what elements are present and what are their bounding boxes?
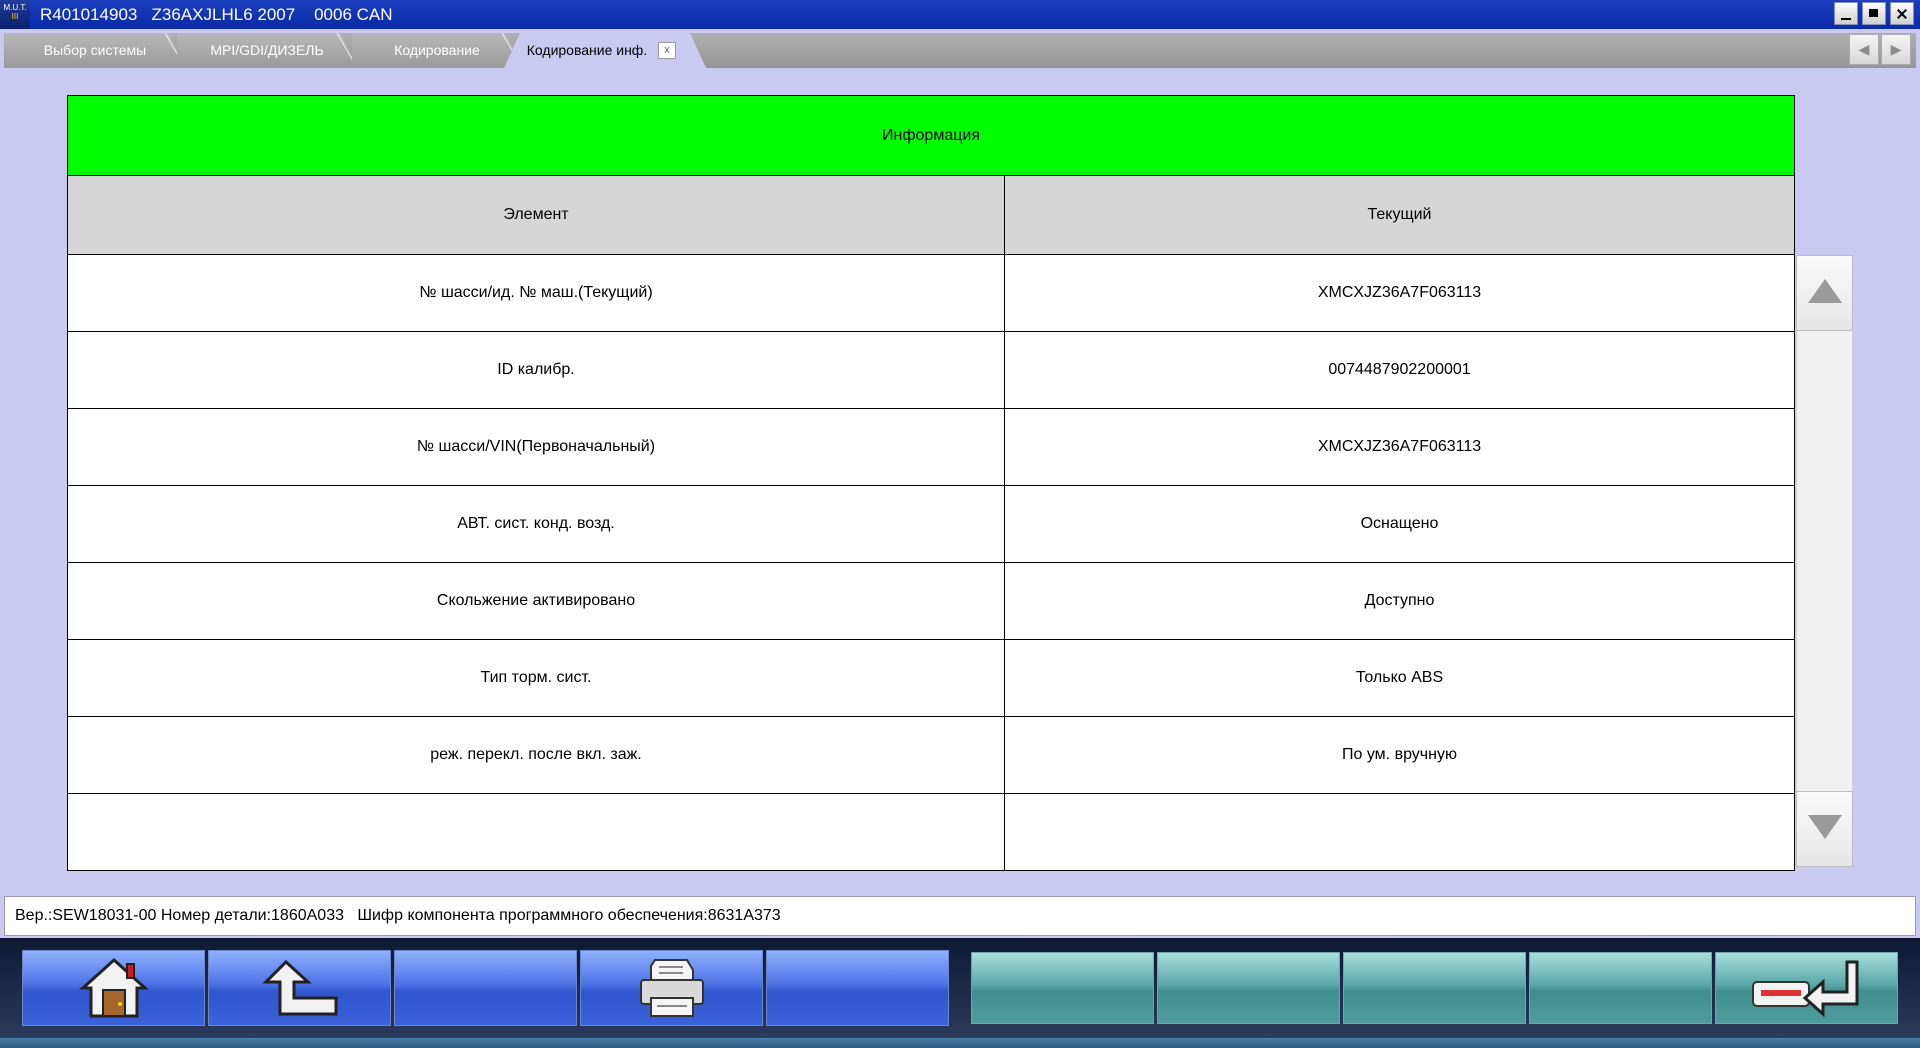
row-element-cell: № шасси/VIN(Первоначальный) (68, 409, 1005, 485)
row-value-cell: Только ABS (1355, 669, 1444, 686)
table-row[interactable]: реж. перекл. после вкл. заж. По ум. вруч… (68, 717, 1794, 794)
row-value-cell: По ум. вручную (1342, 746, 1457, 763)
version-status-line: Вер.:SEW18031-00 Номер детали:1860A033 Ш… (4, 896, 1916, 936)
table-title: Информация (68, 96, 1794, 176)
scroll-down-button[interactable] (1796, 791, 1853, 867)
tab-system-select[interactable]: Выбор системы (5, 33, 185, 68)
table-row[interactable]: Скольжение активировано Доступно (68, 563, 1794, 640)
window-title: R401014903 Z36AXJLHL6 2007 0006 CAN (40, 5, 393, 24)
app-logo-icon: M.U.T. III (0, 0, 30, 29)
info-table: Информация Элемент Текущий № шасси/ид. №… (67, 95, 1795, 871)
table-row[interactable]: АВТ. сист. конд. возд. Оснащено (68, 486, 1794, 563)
empty-function-button-9[interactable] (1529, 952, 1712, 1024)
enter-button[interactable] (1715, 952, 1898, 1024)
tab-label: MPI/GDI/ДИЗЕЛЬ (210, 42, 324, 58)
table-row[interactable] (68, 794, 1794, 870)
close-window-button[interactable] (1890, 2, 1914, 25)
table-header: Элемент Текущий (68, 176, 1794, 255)
empty-function-button-5[interactable] (766, 950, 949, 1026)
column-header-current: Текущий (1367, 206, 1432, 223)
os-taskbar (0, 1038, 1920, 1048)
home-button[interactable] (22, 950, 205, 1026)
tab-coding[interactable]: Кодирование (352, 33, 522, 68)
back-button[interactable] (208, 950, 391, 1026)
row-element-cell: Скольжение активировано (68, 563, 1005, 639)
arrow-down-icon (1808, 815, 1842, 839)
row-element-cell (68, 794, 1005, 870)
empty-function-button-3[interactable] (394, 950, 577, 1026)
window-controls (1834, 2, 1914, 25)
row-value-cell: XMCXJZ36A7F063113 (1317, 284, 1482, 301)
empty-function-button-8[interactable] (1343, 952, 1526, 1024)
app-logo-subtext: III (11, 12, 19, 21)
minimize-button[interactable] (1834, 2, 1858, 25)
empty-function-button-7[interactable] (1157, 952, 1340, 1024)
row-value-cell: 0074487902200001 (1328, 361, 1471, 378)
tab-next-button[interactable]: ▶ (1881, 34, 1911, 65)
enter-icon (1751, 960, 1858, 1018)
row-element-cell: ID калибр. (68, 332, 1005, 408)
tab-coding-info[interactable]: Кодирование инф. x (504, 33, 706, 68)
table-row[interactable]: ID калибр. 0074487902200001 (68, 332, 1794, 409)
row-element-cell: Тип торм. сист. (68, 640, 1005, 716)
row-element-cell: реж. перекл. после вкл. заж. (68, 717, 1005, 793)
table-row[interactable]: № шасси/VIN(Первоначальный) XMCXJZ36A7F0… (68, 409, 1794, 486)
row-value-cell: Оснащено (1360, 515, 1439, 532)
tab-label: Выбор системы (43, 42, 147, 58)
title-bar: M.U.T. III R401014903 Z36AXJLHL6 2007 00… (0, 0, 1920, 29)
column-header-element: Элемент (68, 176, 1005, 254)
row-element-cell: № шасси/ид. № маш.(Текущий) (68, 255, 1005, 331)
tab-prev-button[interactable]: ◀ (1849, 34, 1879, 65)
tab-mpi-gdi-diesel[interactable]: MPI/GDI/ДИЗЕЛЬ (177, 33, 357, 68)
function-button-bar (0, 938, 1920, 1038)
row-value-cell: XMCXJZ36A7F063113 (1317, 438, 1482, 455)
row-value-cell: Доступно (1364, 592, 1435, 609)
table-row[interactable]: Тип торм. сист. Только ABS (68, 640, 1794, 717)
table-row[interactable]: № шасси/ид. № маш.(Текущий) XMCXJZ36A7F0… (68, 255, 1794, 332)
maximize-button[interactable] (1862, 2, 1886, 25)
row-element-cell: АВТ. сист. конд. возд. (68, 486, 1005, 562)
printer-icon (639, 959, 704, 1017)
home-icon (78, 957, 149, 1018)
tab-label: Кодирование (394, 42, 480, 58)
return-arrow-icon (261, 959, 337, 1016)
arrow-up-icon (1808, 279, 1842, 303)
app-logo-text: M.U.T. (3, 3, 27, 12)
row-value-cell (1005, 794, 1794, 870)
scroll-up-button[interactable] (1796, 255, 1853, 331)
empty-function-button-6[interactable] (971, 952, 1154, 1024)
tab-label: Кодирование инф. (526, 42, 648, 58)
tab-close-button[interactable]: x (658, 42, 676, 59)
scrollbar-track[interactable] (1796, 255, 1853, 867)
print-button[interactable] (580, 950, 763, 1026)
